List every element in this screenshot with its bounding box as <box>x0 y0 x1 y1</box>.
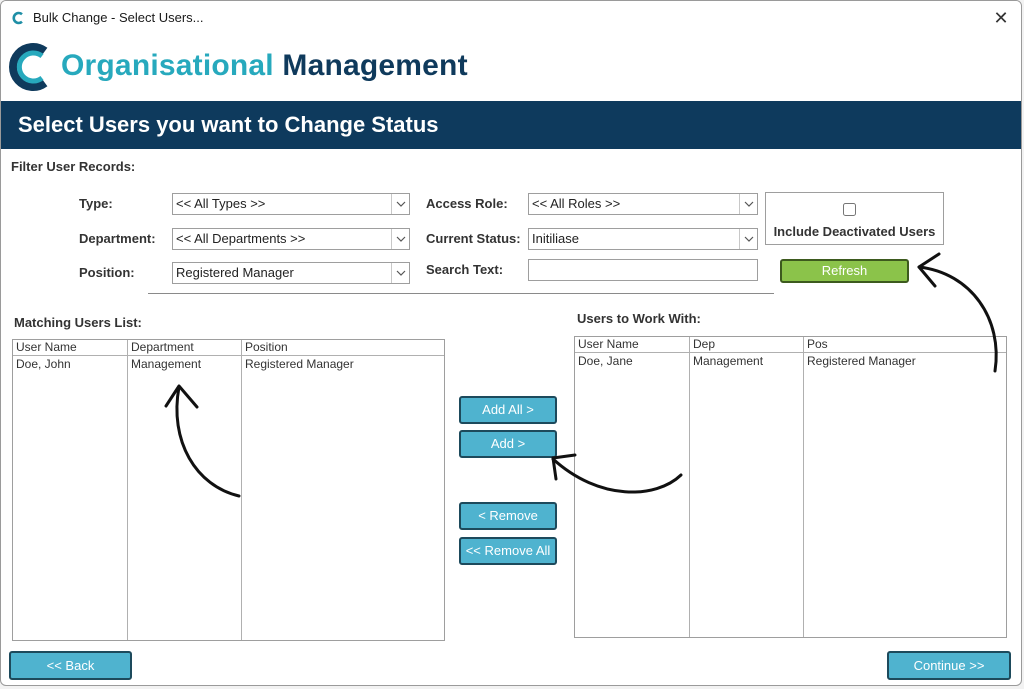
refresh-button[interactable]: Refresh <box>780 259 909 283</box>
page-banner: Select Users you want to Change Status <box>1 101 1021 149</box>
list-cell[interactable]: Registered Manager <box>242 356 444 372</box>
work-col-position: Pos Registered Manager <box>804 337 1006 637</box>
column-header[interactable]: Position <box>242 340 444 356</box>
list-cell[interactable]: Doe, John <box>13 356 127 372</box>
close-icon: ✕ <box>993 8 1009 28</box>
department-select[interactable]: << All Departments >> <box>172 228 410 250</box>
filter-heading: Filter User Records: <box>11 159 136 174</box>
brand-name-part2: Management <box>282 49 468 82</box>
close-button[interactable]: ✕ <box>987 5 1015 31</box>
work-col-username: User Name Doe, Jane <box>575 337 690 637</box>
list-cell[interactable]: Management <box>128 356 241 372</box>
remove-all-button[interactable]: << Remove All <box>459 537 557 565</box>
current-status-label: Current Status: <box>426 231 521 246</box>
back-button[interactable]: << Back <box>9 651 132 680</box>
access-role-select[interactable]: << All Roles >> <box>528 193 758 215</box>
column-header[interactable]: Pos <box>804 337 1006 353</box>
access-role-select-value: << All Roles >> <box>532 196 621 211</box>
matching-col-department: Department Management <box>128 340 242 640</box>
matching-users-list[interactable]: User Name Doe, John Department Managemen… <box>12 339 445 641</box>
brand-name: Organisational Management <box>61 49 468 83</box>
include-deactivated-group: Include Deactivated Users <box>765 192 944 245</box>
work-users-list[interactable]: User Name Doe, Jane Dep Management Pos R… <box>574 336 1007 638</box>
work-col-department: Dep Management <box>690 337 804 637</box>
bulk-change-window: Bulk Change - Select Users... ✕ Organisa… <box>0 0 1022 686</box>
page-title: Select Users you want to Change Status <box>18 112 439 137</box>
column-header[interactable]: Department <box>128 340 241 356</box>
matching-col-position: Position Registered Manager <box>242 340 444 640</box>
include-deactivated-checkbox[interactable] <box>843 203 856 216</box>
include-deactivated-label: Include Deactivated Users <box>773 224 936 239</box>
add-all-button[interactable]: Add All > <box>459 396 557 424</box>
continue-button[interactable]: Continue >> <box>887 651 1011 680</box>
remove-button[interactable]: < Remove <box>459 502 557 530</box>
matching-list-heading: Matching Users List: <box>14 315 142 330</box>
list-cell[interactable]: Registered Manager <box>804 353 1006 369</box>
chevron-down-icon <box>739 194 757 214</box>
brand-name-part1: Organisational <box>61 49 274 82</box>
column-header[interactable]: Dep <box>690 337 803 353</box>
chevron-down-icon <box>391 229 409 249</box>
list-cell[interactable]: Doe, Jane <box>575 353 689 369</box>
position-label: Position: <box>79 265 135 280</box>
department-label: Department: <box>79 231 156 246</box>
chevron-down-icon <box>391 194 409 214</box>
type-select-value: << All Types >> <box>176 196 266 211</box>
column-header[interactable]: User Name <box>575 337 689 353</box>
chevron-down-icon <box>391 263 409 283</box>
add-button[interactable]: Add > <box>459 430 557 458</box>
window-title: Bulk Change - Select Users... <box>33 10 204 25</box>
search-text-input[interactable] <box>528 259 758 281</box>
search-text-label: Search Text: <box>426 262 504 277</box>
position-select[interactable]: Registered Manager <box>172 262 410 284</box>
current-status-select-value: Initiliase <box>532 231 579 246</box>
position-select-value: Registered Manager <box>176 265 294 280</box>
work-list-heading: Users to Work With: <box>577 311 701 326</box>
type-label: Type: <box>79 196 113 211</box>
list-cell[interactable]: Management <box>690 353 803 369</box>
current-status-select[interactable]: Initiliase <box>528 228 758 250</box>
access-role-label: Access Role: <box>426 196 508 211</box>
brand-logo-icon <box>9 43 48 91</box>
chevron-down-icon <box>739 229 757 249</box>
app-logo-icon <box>12 11 23 25</box>
filter-divider <box>148 293 774 294</box>
title-bar: Bulk Change - Select Users... ✕ <box>1 1 1021 35</box>
type-select[interactable]: << All Types >> <box>172 193 410 215</box>
column-header[interactable]: User Name <box>13 340 127 356</box>
matching-col-username: User Name Doe, John <box>13 340 128 640</box>
department-select-value: << All Departments >> <box>176 231 306 246</box>
